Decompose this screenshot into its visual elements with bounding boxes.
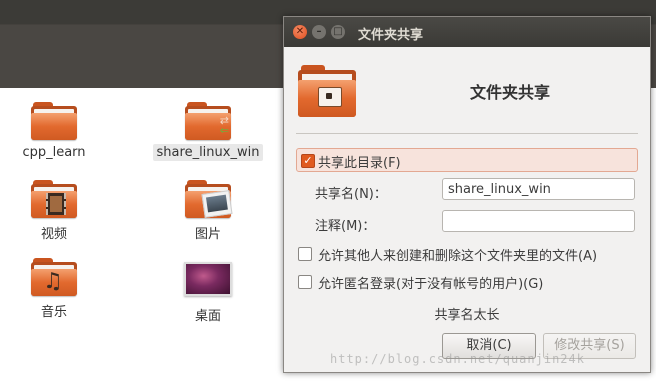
file-item-cpp-learn[interactable]: cpp_learn [0,102,114,161]
share-name-label: 共享名(N)： [315,187,387,202]
file-item-label: 图片 [194,227,221,242]
file-item-pictures[interactable]: 图片 [148,180,268,243]
desktop-icon [184,262,232,296]
dialog-titlebar[interactable]: ✕ – □ 文件夹共享 [284,17,650,47]
share-name-input[interactable] [442,178,635,200]
divider [296,133,638,134]
close-icon[interactable]: ✕ [293,25,307,39]
shared-folder-icon: ⇄ ⇐ [185,102,231,140]
file-item-label: 音乐 [40,305,67,320]
guest-access-checkbox[interactable] [298,275,312,289]
music-folder-icon: ♫ [31,258,77,296]
videos-folder-icon [31,180,77,218]
file-item-desktop[interactable]: 桌面 [148,258,268,325]
file-item-label: 桌面 [194,309,221,324]
minimize-icon[interactable]: – [312,25,326,39]
file-item-videos[interactable]: 视频 [0,180,114,243]
pictures-folder-icon [185,180,233,218]
share-folder-checkbox[interactable]: ✓ [301,154,315,168]
folder-sharing-dialog: ✕ – □ 文件夹共享 文件夹共享 ✓ 共享此目录(F) 共享名(N)： 注释(… [283,16,651,373]
watermark: http://blog.csdn.net/quanjin24k [330,352,585,366]
folder-icon [31,102,77,140]
file-item-music[interactable]: ♫ 音乐 [0,258,114,321]
file-item-label: 视频 [40,227,67,242]
file-item-share-linux-win[interactable]: ⇄ ⇐ share_linux_win [148,102,268,161]
maximize-icon[interactable]: □ [331,25,345,39]
dialog-heading: 文件夹共享 [469,83,550,102]
share-folder-label: 共享此目录(F) [318,156,401,171]
comment-label: 注释(M)： [315,219,376,234]
comment-input[interactable] [442,210,635,232]
allow-others-checkbox[interactable] [298,247,312,261]
file-item-label: cpp_learn [22,145,86,160]
file-item-label: share_linux_win [152,144,264,161]
status-message: 共享名太长 [434,308,500,323]
allow-others-label: 允许其他人来创建和删除这个文件夹里的文件(A) [318,249,598,264]
guest-access-label: 允许匿名登录(对于没有帐号的用户)(G) [318,277,544,292]
shared-folder-icon [298,65,356,117]
share-folder-checkbox-row[interactable]: ✓ 共享此目录(F) [296,148,638,172]
dialog-title: 文件夹共享 [358,28,424,43]
